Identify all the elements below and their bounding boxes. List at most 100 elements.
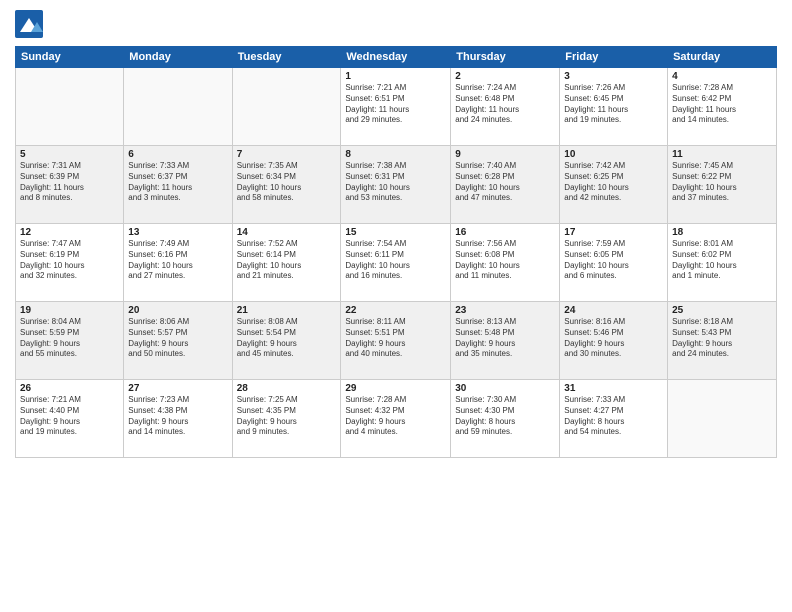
- day-info: Sunrise: 7:28 AM Sunset: 4:32 PM Dayligh…: [345, 395, 446, 438]
- day-number: 24: [564, 305, 663, 316]
- day-info: Sunrise: 7:26 AM Sunset: 6:45 PM Dayligh…: [564, 83, 663, 126]
- day-info: Sunrise: 8:04 AM Sunset: 5:59 PM Dayligh…: [20, 317, 119, 360]
- day-number: 19: [20, 305, 119, 316]
- calendar-day-cell: [668, 380, 777, 458]
- calendar-day-cell: 18Sunrise: 8:01 AM Sunset: 6:02 PM Dayli…: [668, 224, 777, 302]
- calendar-day-cell: 15Sunrise: 7:54 AM Sunset: 6:11 PM Dayli…: [341, 224, 451, 302]
- day-info: Sunrise: 8:01 AM Sunset: 6:02 PM Dayligh…: [672, 239, 772, 282]
- calendar-day-cell: 29Sunrise: 7:28 AM Sunset: 4:32 PM Dayli…: [341, 380, 451, 458]
- day-number: 14: [237, 227, 337, 238]
- day-info: Sunrise: 7:30 AM Sunset: 4:30 PM Dayligh…: [455, 395, 555, 438]
- day-of-week-header: Thursday: [451, 47, 560, 68]
- calendar-day-cell: 20Sunrise: 8:06 AM Sunset: 5:57 PM Dayli…: [124, 302, 232, 380]
- calendar-day-cell: 28Sunrise: 7:25 AM Sunset: 4:35 PM Dayli…: [232, 380, 341, 458]
- day-of-week-header: Friday: [560, 47, 668, 68]
- day-of-week-header: Wednesday: [341, 47, 451, 68]
- day-number: 29: [345, 383, 446, 394]
- day-number: 22: [345, 305, 446, 316]
- calendar-day-cell: [124, 68, 232, 146]
- logo: [15, 10, 47, 38]
- calendar-day-cell: 11Sunrise: 7:45 AM Sunset: 6:22 PM Dayli…: [668, 146, 777, 224]
- calendar-day-cell: 22Sunrise: 8:11 AM Sunset: 5:51 PM Dayli…: [341, 302, 451, 380]
- days-of-week-row: SundayMondayTuesdayWednesdayThursdayFrid…: [16, 47, 777, 68]
- calendar-day-cell: 23Sunrise: 8:13 AM Sunset: 5:48 PM Dayli…: [451, 302, 560, 380]
- calendar-day-cell: 6Sunrise: 7:33 AM Sunset: 6:37 PM Daylig…: [124, 146, 232, 224]
- day-number: 5: [20, 149, 119, 160]
- day-number: 23: [455, 305, 555, 316]
- day-number: 28: [237, 383, 337, 394]
- day-info: Sunrise: 8:08 AM Sunset: 5:54 PM Dayligh…: [237, 317, 337, 360]
- calendar-day-cell: 24Sunrise: 8:16 AM Sunset: 5:46 PM Dayli…: [560, 302, 668, 380]
- day-info: Sunrise: 8:16 AM Sunset: 5:46 PM Dayligh…: [564, 317, 663, 360]
- calendar-day-cell: 5Sunrise: 7:31 AM Sunset: 6:39 PM Daylig…: [16, 146, 124, 224]
- day-info: Sunrise: 7:47 AM Sunset: 6:19 PM Dayligh…: [20, 239, 119, 282]
- calendar-body: 1Sunrise: 7:21 AM Sunset: 6:51 PM Daylig…: [16, 68, 777, 458]
- day-number: 15: [345, 227, 446, 238]
- day-number: 31: [564, 383, 663, 394]
- day-number: 4: [672, 71, 772, 82]
- calendar-day-cell: 30Sunrise: 7:30 AM Sunset: 4:30 PM Dayli…: [451, 380, 560, 458]
- calendar-day-cell: 10Sunrise: 7:42 AM Sunset: 6:25 PM Dayli…: [560, 146, 668, 224]
- day-of-week-header: Tuesday: [232, 47, 341, 68]
- day-info: Sunrise: 8:13 AM Sunset: 5:48 PM Dayligh…: [455, 317, 555, 360]
- calendar-week-row: 26Sunrise: 7:21 AM Sunset: 4:40 PM Dayli…: [16, 380, 777, 458]
- calendar-day-cell: 1Sunrise: 7:21 AM Sunset: 6:51 PM Daylig…: [341, 68, 451, 146]
- day-info: Sunrise: 7:49 AM Sunset: 6:16 PM Dayligh…: [128, 239, 227, 282]
- calendar-day-cell: 31Sunrise: 7:33 AM Sunset: 4:27 PM Dayli…: [560, 380, 668, 458]
- day-number: 13: [128, 227, 227, 238]
- day-number: 8: [345, 149, 446, 160]
- day-info: Sunrise: 7:40 AM Sunset: 6:28 PM Dayligh…: [455, 161, 555, 204]
- calendar-header: SundayMondayTuesdayWednesdayThursdayFrid…: [16, 47, 777, 68]
- calendar-week-row: 12Sunrise: 7:47 AM Sunset: 6:19 PM Dayli…: [16, 224, 777, 302]
- day-info: Sunrise: 7:23 AM Sunset: 4:38 PM Dayligh…: [128, 395, 227, 438]
- calendar-day-cell: 27Sunrise: 7:23 AM Sunset: 4:38 PM Dayli…: [124, 380, 232, 458]
- calendar-day-cell: 16Sunrise: 7:56 AM Sunset: 6:08 PM Dayli…: [451, 224, 560, 302]
- calendar-day-cell: 26Sunrise: 7:21 AM Sunset: 4:40 PM Dayli…: [16, 380, 124, 458]
- calendar-day-cell: 3Sunrise: 7:26 AM Sunset: 6:45 PM Daylig…: [560, 68, 668, 146]
- day-number: 10: [564, 149, 663, 160]
- day-info: Sunrise: 7:21 AM Sunset: 4:40 PM Dayligh…: [20, 395, 119, 438]
- day-number: 17: [564, 227, 663, 238]
- day-number: 7: [237, 149, 337, 160]
- calendar-day-cell: 12Sunrise: 7:47 AM Sunset: 6:19 PM Dayli…: [16, 224, 124, 302]
- day-number: 2: [455, 71, 555, 82]
- calendar-day-cell: 25Sunrise: 8:18 AM Sunset: 5:43 PM Dayli…: [668, 302, 777, 380]
- day-number: 12: [20, 227, 119, 238]
- calendar-day-cell: 19Sunrise: 8:04 AM Sunset: 5:59 PM Dayli…: [16, 302, 124, 380]
- day-number: 25: [672, 305, 772, 316]
- day-of-week-header: Monday: [124, 47, 232, 68]
- day-info: Sunrise: 7:35 AM Sunset: 6:34 PM Dayligh…: [237, 161, 337, 204]
- day-number: 9: [455, 149, 555, 160]
- day-info: Sunrise: 8:06 AM Sunset: 5:57 PM Dayligh…: [128, 317, 227, 360]
- header: [15, 10, 777, 38]
- day-info: Sunrise: 7:28 AM Sunset: 6:42 PM Dayligh…: [672, 83, 772, 126]
- day-info: Sunrise: 7:42 AM Sunset: 6:25 PM Dayligh…: [564, 161, 663, 204]
- calendar-day-cell: [232, 68, 341, 146]
- day-number: 3: [564, 71, 663, 82]
- calendar-day-cell: 13Sunrise: 7:49 AM Sunset: 6:16 PM Dayli…: [124, 224, 232, 302]
- calendar-day-cell: 14Sunrise: 7:52 AM Sunset: 6:14 PM Dayli…: [232, 224, 341, 302]
- day-number: 11: [672, 149, 772, 160]
- calendar-day-cell: 2Sunrise: 7:24 AM Sunset: 6:48 PM Daylig…: [451, 68, 560, 146]
- calendar-day-cell: 7Sunrise: 7:35 AM Sunset: 6:34 PM Daylig…: [232, 146, 341, 224]
- day-number: 6: [128, 149, 227, 160]
- calendar-day-cell: [16, 68, 124, 146]
- day-number: 1: [345, 71, 446, 82]
- logo-icon: [15, 10, 43, 38]
- day-info: Sunrise: 7:59 AM Sunset: 6:05 PM Dayligh…: [564, 239, 663, 282]
- calendar-day-cell: 21Sunrise: 8:08 AM Sunset: 5:54 PM Dayli…: [232, 302, 341, 380]
- calendar-day-cell: 9Sunrise: 7:40 AM Sunset: 6:28 PM Daylig…: [451, 146, 560, 224]
- day-number: 20: [128, 305, 227, 316]
- calendar-day-cell: 8Sunrise: 7:38 AM Sunset: 6:31 PM Daylig…: [341, 146, 451, 224]
- page: SundayMondayTuesdayWednesdayThursdayFrid…: [0, 0, 792, 612]
- day-info: Sunrise: 7:54 AM Sunset: 6:11 PM Dayligh…: [345, 239, 446, 282]
- day-info: Sunrise: 8:18 AM Sunset: 5:43 PM Dayligh…: [672, 317, 772, 360]
- day-info: Sunrise: 7:38 AM Sunset: 6:31 PM Dayligh…: [345, 161, 446, 204]
- day-info: Sunrise: 7:33 AM Sunset: 4:27 PM Dayligh…: [564, 395, 663, 438]
- calendar-day-cell: 4Sunrise: 7:28 AM Sunset: 6:42 PM Daylig…: [668, 68, 777, 146]
- day-number: 30: [455, 383, 555, 394]
- day-number: 18: [672, 227, 772, 238]
- day-info: Sunrise: 7:31 AM Sunset: 6:39 PM Dayligh…: [20, 161, 119, 204]
- day-of-week-header: Sunday: [16, 47, 124, 68]
- day-info: Sunrise: 7:56 AM Sunset: 6:08 PM Dayligh…: [455, 239, 555, 282]
